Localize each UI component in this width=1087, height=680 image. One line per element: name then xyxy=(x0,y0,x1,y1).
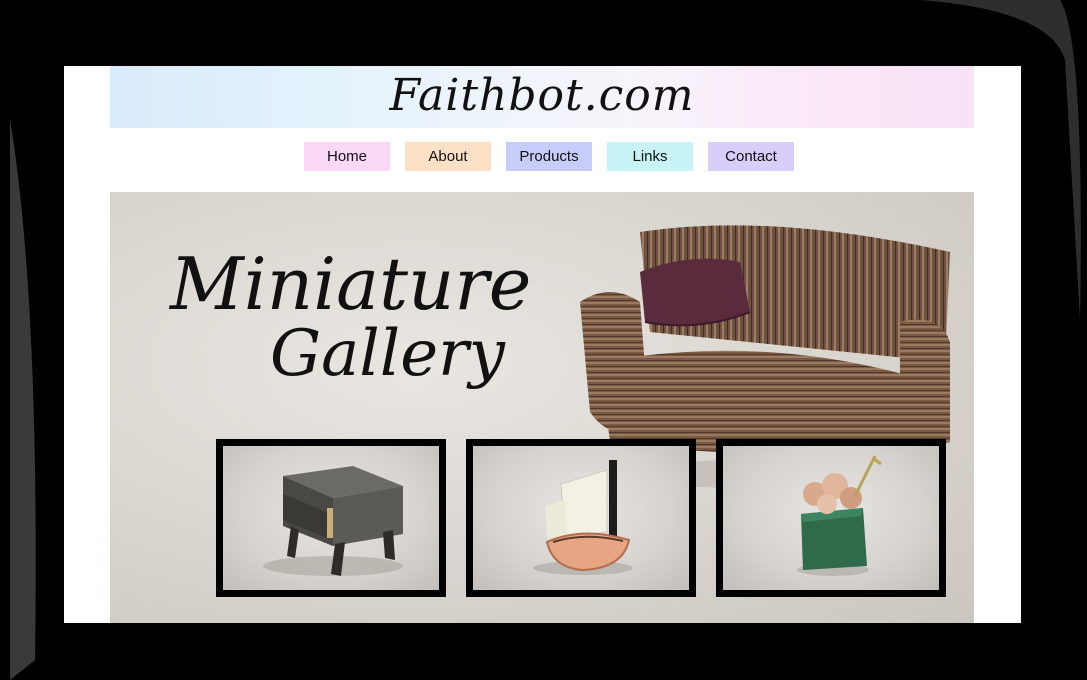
thumbnail-boat[interactable] xyxy=(466,439,696,597)
miniature-dresser-photo xyxy=(263,466,403,576)
site-title[interactable]: Faithbot.com xyxy=(110,70,974,121)
miniature-flower-pot-photo xyxy=(797,455,882,576)
thumbnail-dresser[interactable] xyxy=(216,439,446,597)
page-curl-left xyxy=(10,120,36,680)
nav-links-button[interactable]: Links xyxy=(607,142,693,171)
hero-title-line-2: Gallery xyxy=(270,317,505,391)
site-header-banner: Faithbot.com xyxy=(110,66,974,128)
browser-screen: Faithbot.com Home About Products Links C… xyxy=(64,66,1021,623)
thumbnail-flower-pot[interactable] xyxy=(716,439,946,597)
nav-home-button[interactable]: Home xyxy=(304,142,390,171)
miniature-boat-photo xyxy=(533,460,633,575)
hero-gallery-banner: Miniature Gallery xyxy=(110,192,974,623)
nav-about-button[interactable]: About xyxy=(405,142,491,171)
hero-title: Miniature Gallery xyxy=(170,222,550,412)
nav-contact-button[interactable]: Contact xyxy=(708,142,794,171)
hero-title-line-1: Miniature xyxy=(170,242,532,326)
nav-products-button[interactable]: Products xyxy=(506,142,592,171)
